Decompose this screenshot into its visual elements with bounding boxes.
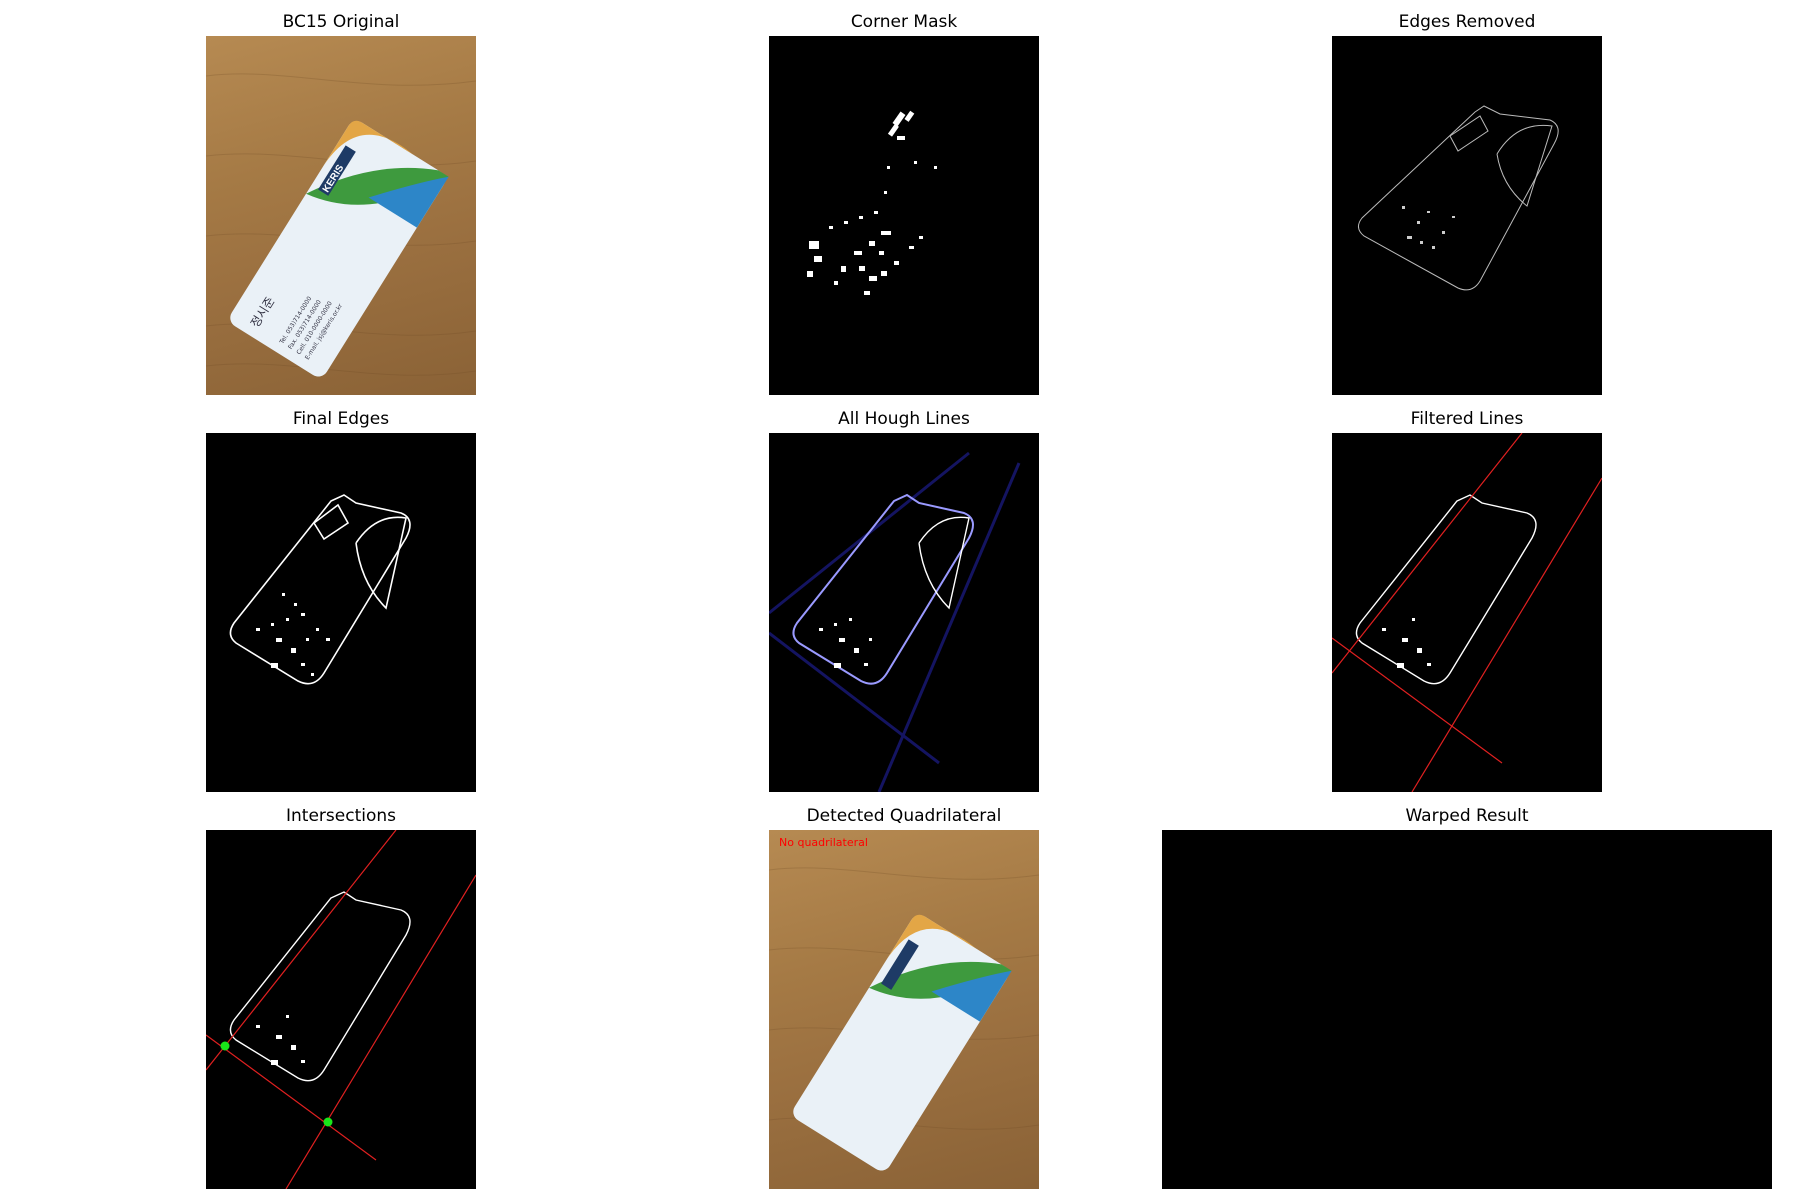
warped-result-image: [1162, 830, 1772, 1189]
filtered-lines: [206, 830, 476, 1189]
filtered-lines-image: [1332, 433, 1602, 792]
panel-title: Intersections: [286, 806, 396, 826]
panel-title: Corner Mask: [850, 12, 958, 32]
business-card: KERIS 정시준 Tel. 053)714-0000 Fax. 053)714…: [230, 120, 449, 377]
panel-filtered-lines: Filtered Lines: [1332, 409, 1602, 793]
panel-intersections: Intersections: [206, 806, 476, 1190]
hough-lines-image: [769, 433, 1039, 792]
logo-curve: [1496, 124, 1553, 207]
panel-final-edges: Final Edges: [206, 409, 476, 793]
panel-title: Filtered Lines: [1410, 409, 1524, 429]
panel-corner-mask: Corner Mask: [769, 12, 1039, 396]
panel-title: Warped Result: [1405, 806, 1529, 826]
filtered-lines: [1332, 433, 1602, 792]
panel-all-hough-lines: All Hough Lines: [769, 409, 1039, 793]
card-outline: [229, 891, 411, 1082]
panel-warped-result: Warped Result: [1162, 806, 1772, 1190]
panel-original: BC15 Original KERIS 정시준 Tel. 053)714-000…: [206, 12, 476, 396]
text-specks: [256, 593, 330, 676]
original-image: KERIS 정시준 Tel. 053)714-0000 Fax. 053)714…: [206, 36, 476, 395]
panel-title: Detected Quadrilateral: [806, 806, 1002, 826]
panel-title: BC15 Original: [282, 12, 400, 32]
logo-box: [1449, 115, 1489, 152]
panel-detected-quadrilateral: Detected Quadrilateral No quadrilateral: [769, 806, 1039, 1190]
text-specks: [1402, 206, 1455, 249]
corner-mask-image: [769, 36, 1039, 395]
intersection-point: [323, 1117, 333, 1127]
intersections-image: [206, 830, 476, 1189]
logo-curve: [355, 516, 407, 610]
intersection-point: [220, 1041, 230, 1051]
logo-box: [312, 503, 350, 541]
mask-blobs: [807, 110, 937, 295]
panel-edges-removed: Edges Removed: [1332, 12, 1602, 396]
detected-quad-image: No quadrilateral: [769, 830, 1039, 1189]
panel-title: Final Edges: [292, 409, 390, 429]
panel-title: All Hough Lines: [838, 409, 970, 429]
card-outline: [229, 494, 411, 685]
hough-faint-lines: [769, 451, 1021, 792]
no-quadrilateral-label: No quadrilateral: [779, 836, 868, 849]
edges-removed-image: [1332, 36, 1602, 395]
business-card: [793, 914, 1012, 1171]
panel-title: Edges Removed: [1398, 12, 1536, 32]
final-edges-image: [206, 433, 476, 792]
card-outline: [1355, 494, 1537, 685]
card-outline: [1358, 105, 1559, 291]
